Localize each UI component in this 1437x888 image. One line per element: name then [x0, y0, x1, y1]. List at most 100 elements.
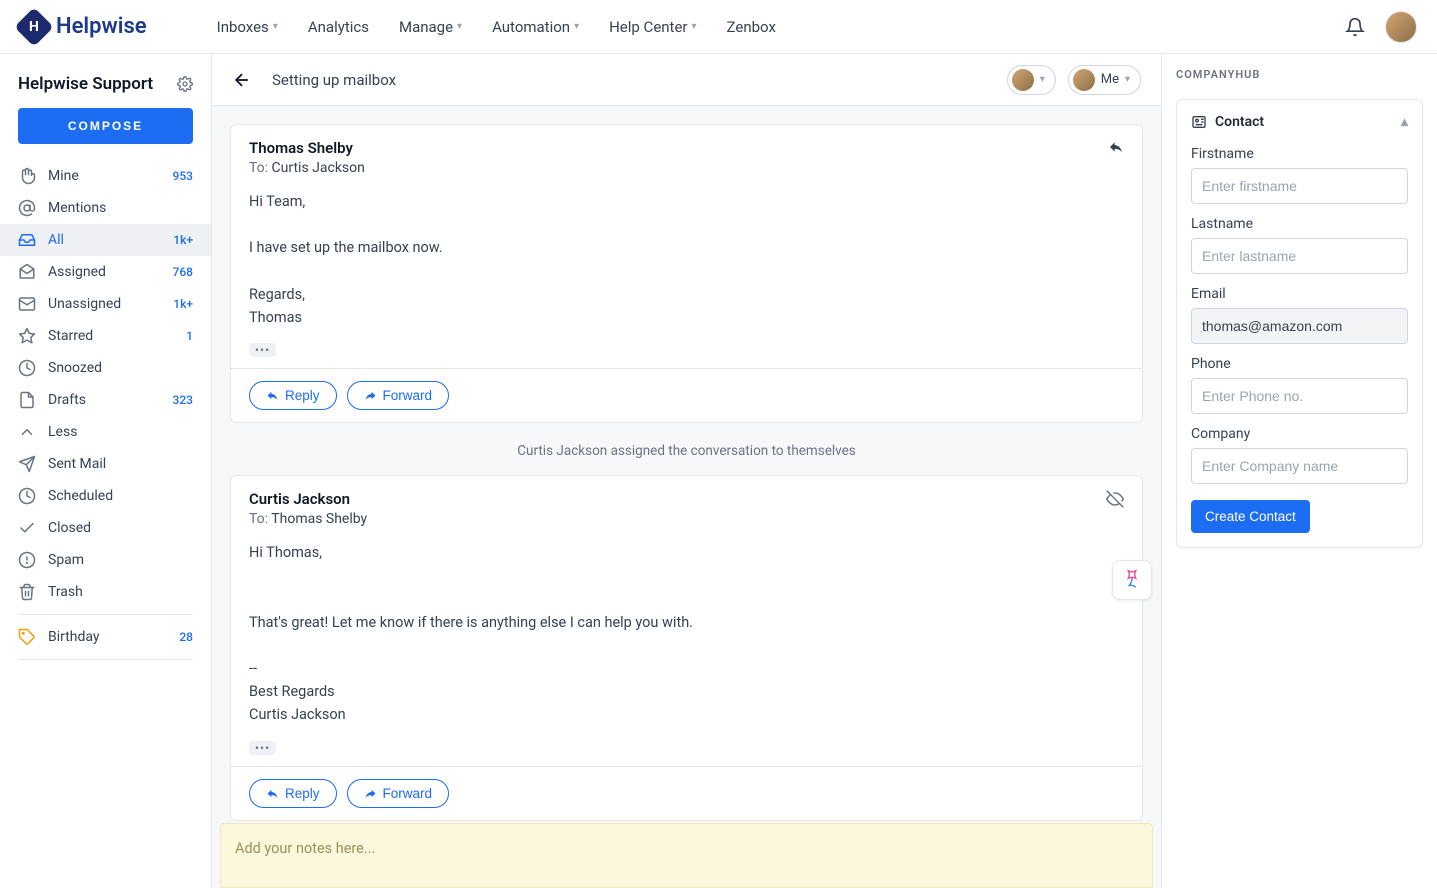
clock-icon — [18, 487, 36, 505]
sidebar-item-unassigned[interactable]: Unassigned1k+ — [0, 288, 211, 320]
sidebar-item-label: Assigned — [48, 264, 161, 280]
sidebar-item-closed[interactable]: Closed — [0, 512, 211, 544]
gear-icon[interactable] — [177, 76, 193, 92]
compose-button[interactable]: COMPOSE — [18, 108, 193, 144]
sidebar-item-mentions[interactable]: Mentions — [0, 192, 211, 224]
at-icon — [18, 199, 36, 217]
send-icon — [18, 455, 36, 473]
expand-quote-button[interactable]: ••• — [249, 343, 276, 357]
reply-button[interactable]: Reply — [249, 779, 337, 808]
inbox-icon — [18, 231, 36, 249]
back-arrow-icon[interactable] — [232, 70, 252, 90]
sidebar-item-label: Closed — [48, 520, 193, 536]
file-icon — [18, 391, 36, 409]
chevron-up-icon — [18, 423, 36, 441]
conversation-title: Setting up mailbox — [272, 71, 396, 89]
notes-input[interactable]: Add your notes here... — [220, 823, 1153, 888]
message-to: Curtis Jackson — [272, 160, 365, 176]
assistant-fab[interactable] — [1112, 560, 1152, 600]
create-contact-button[interactable]: Create Contact — [1191, 500, 1310, 533]
to-label: To: — [249, 160, 268, 176]
avatar-icon — [1073, 69, 1095, 91]
firstname-label: Firstname — [1191, 146, 1408, 162]
sidebar-item-sent-mail[interactable]: Sent Mail — [0, 448, 211, 480]
integration-title: COMPANYHUB — [1176, 68, 1423, 81]
chevron-down-icon: ▾ — [574, 21, 579, 32]
nav-item-analytics[interactable]: Analytics — [308, 18, 369, 36]
reply-icon[interactable] — [1108, 139, 1124, 176]
email-field[interactable] — [1191, 308, 1408, 344]
sidebar-tag-count: 28 — [179, 630, 193, 644]
phone-label: Phone — [1191, 356, 1408, 372]
email-label: Email — [1191, 286, 1408, 302]
message-card: Thomas Shelby To: Curtis Jackson Hi Team… — [230, 124, 1143, 423]
sidebar-item-label: Sent Mail — [48, 456, 193, 472]
sidebar-item-count: 768 — [173, 265, 193, 279]
watcher-pill[interactable]: ▾ — [1007, 65, 1056, 95]
sidebar-item-label: Mentions — [48, 200, 193, 216]
sidebar-item-label: Snoozed — [48, 360, 193, 376]
forward-button[interactable]: Forward — [347, 381, 450, 410]
nav-item-automation[interactable]: Automation▾ — [492, 18, 579, 36]
collapse-icon[interactable]: ▴ — [1401, 114, 1408, 130]
hand-icon — [18, 167, 36, 185]
message-body: Hi Thomas, That's great! Let me know if … — [231, 537, 1142, 737]
to-label: To: — [249, 511, 268, 527]
sidebar-item-mine[interactable]: Mine953 — [0, 160, 211, 192]
sidebar-item-label: Drafts — [48, 392, 161, 408]
system-event: Curtis Jackson assigned the conversation… — [230, 437, 1143, 475]
chevron-down-icon: ▾ — [1040, 74, 1045, 85]
message-body: Hi Team, I have set up the mailbox now. … — [231, 186, 1142, 339]
message-from: Thomas Shelby — [249, 139, 365, 157]
firstname-field[interactable] — [1191, 168, 1408, 204]
sidebar-item-starred[interactable]: Starred1 — [0, 320, 211, 352]
bell-icon[interactable] — [1345, 17, 1365, 37]
sidebar-item-label: Less — [48, 424, 193, 440]
lastname-field[interactable] — [1191, 238, 1408, 274]
sidebar-title: Helpwise Support — [18, 74, 153, 94]
sidebar-item-count: 1k+ — [173, 297, 193, 311]
sidebar-item-snoozed[interactable]: Snoozed — [0, 352, 211, 384]
tag-icon — [18, 628, 36, 646]
sidebar-item-count: 1k+ — [173, 233, 193, 247]
sidebar-item-scheduled[interactable]: Scheduled — [0, 480, 211, 512]
sidebar-item-count: 1 — [186, 329, 193, 343]
assignee-label: Me — [1101, 72, 1119, 87]
forward-button[interactable]: Forward — [347, 779, 450, 808]
sidebar-item-spam[interactable]: Spam — [0, 544, 211, 576]
top-nav: Helpwise Inboxes▾ Analytics Manage▾ Automat… — [0, 0, 1437, 54]
sidebar-item-drafts[interactable]: Drafts323 — [0, 384, 211, 416]
user-avatar[interactable] — [1385, 11, 1417, 43]
trash-icon — [18, 583, 36, 601]
conversation-pane: Setting up mailbox ▾ Me ▾ — [212, 54, 1162, 888]
star-icon — [18, 327, 36, 345]
brand-logo[interactable]: Helpwise — [20, 13, 147, 41]
chevron-down-icon: ▾ — [692, 21, 697, 32]
avatar-icon — [1012, 69, 1034, 91]
assignee-pill[interactable]: Me ▾ — [1068, 65, 1141, 95]
chevron-down-icon: ▾ — [273, 21, 278, 32]
alert-icon — [18, 551, 36, 569]
nav-item-inboxes[interactable]: Inboxes▾ — [217, 18, 278, 36]
nav-item-zenbox[interactable]: Zenbox — [727, 18, 776, 36]
sidebar-tag-birthday[interactable]: Birthday 28 — [0, 621, 211, 653]
message-card: Curtis Jackson To: Thomas Shelby Hi Thom… — [230, 475, 1143, 821]
visibility-icon[interactable] — [1106, 490, 1124, 527]
sidebar-item-assigned[interactable]: Assigned 768 — [0, 256, 211, 288]
company-label: Company — [1191, 426, 1408, 442]
sidebar-item-label: Spam — [48, 552, 193, 568]
sidebar: Helpwise Support COMPOSE Mine953 Mentions… — [0, 54, 212, 888]
phone-field[interactable] — [1191, 378, 1408, 414]
right-panel: COMPANYHUB Contact ▴ Firstname Lastname … — [1162, 54, 1437, 888]
sidebar-tag-label: Birthday — [48, 629, 167, 645]
sidebar-item-less[interactable]: Less — [0, 416, 211, 448]
mail-icon — [18, 295, 36, 313]
sidebar-item-trash[interactable]: Trash — [0, 576, 211, 608]
sidebar-item-all[interactable]: All1k+ — [0, 224, 211, 256]
nav-item-help-center[interactable]: Help Center▾ — [609, 18, 696, 36]
sidebar-item-label: Mine — [48, 168, 161, 184]
company-field[interactable] — [1191, 448, 1408, 484]
expand-quote-button[interactable]: ••• — [249, 741, 276, 755]
nav-item-manage[interactable]: Manage▾ — [399, 18, 462, 36]
reply-button[interactable]: Reply — [249, 381, 337, 410]
